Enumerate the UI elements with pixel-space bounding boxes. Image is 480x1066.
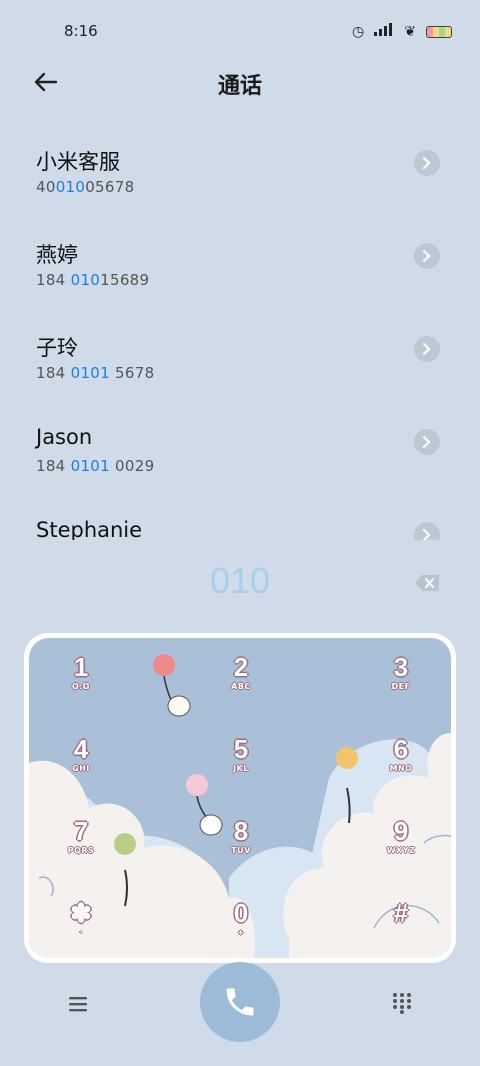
key-7[interactable]: 7 PQRS [51, 818, 111, 878]
key-8[interactable]: 8 TUV [211, 818, 271, 878]
dialpad-icon [393, 993, 411, 1014]
contact-item[interactable]: 子玲 184 0101 5678 [36, 316, 446, 386]
contact-item[interactable]: 小米客服 4001005678 [36, 130, 446, 200]
header: 通话 [0, 60, 480, 106]
status-time: 8:16 [64, 22, 98, 40]
leaf-icon: ❦ [404, 23, 416, 40]
contact-number: 184 0101 0029 [36, 457, 155, 475]
key-hash[interactable]: # [371, 900, 431, 958]
chevron-right-icon [422, 436, 431, 448]
contact-list: 小米客服 4001005678 燕婷 184 01015689 子玲 184 0… [0, 130, 480, 540]
phone-icon [226, 988, 254, 1016]
key-5[interactable]: 5 JKL [211, 736, 271, 796]
contact-name: 燕婷 [36, 243, 78, 267]
contact-number: 4001005678 [36, 178, 135, 196]
key-9[interactable]: 9 WXYZ [371, 818, 431, 878]
contact-item[interactable]: Jason 184 0101 0029 [36, 409, 446, 479]
menu-icon [69, 997, 87, 1012]
signal-icon [374, 22, 394, 41]
dialed-number: 010 [209, 560, 271, 601]
contact-name: Stephanie [36, 518, 143, 540]
keypad: 1 O.O 2 ABC 3 DEF 4 GHI 5 JKL 6 MNO 7 PQRS 8 TUV… [24, 633, 456, 963]
key-4[interactable]: 4 GHI [51, 736, 111, 796]
backspace-button[interactable] [414, 574, 440, 592]
key-star[interactable]: ✽ · [51, 900, 111, 958]
chevron-right-icon [422, 250, 431, 262]
key-2[interactable]: 2 ABC [211, 654, 271, 714]
key-3[interactable]: 3 DEF [371, 654, 431, 714]
menu-button[interactable] [66, 994, 90, 1014]
chevron-right-icon [422, 157, 431, 169]
status-icons: ◷ ❦ [352, 22, 452, 41]
contact-name: 小米客服 [36, 150, 120, 174]
chevron-right-icon [422, 343, 431, 355]
key-0[interactable]: 0 + [211, 900, 271, 958]
call-button[interactable] [200, 962, 280, 1042]
contact-detail-button[interactable] [414, 522, 440, 540]
status-bar: 8:16 ◷ ❦ [0, 0, 480, 60]
contact-detail-button[interactable] [414, 336, 440, 362]
key-1[interactable]: 1 O.O [51, 654, 111, 714]
dialpad-toggle-button[interactable] [392, 992, 412, 1014]
key-6[interactable]: 6 MNO [371, 736, 431, 796]
contact-number: 184 01015689 [36, 271, 150, 289]
page-title: 通话 [217, 74, 262, 99]
contact-detail-button[interactable] [414, 150, 440, 176]
keypad-background: 1 O.O 2 ABC 3 DEF 4 GHI 5 JKL 6 MNO 7 PQRS 8 TUV… [29, 638, 451, 958]
contact-number: 184 0101 5678 [36, 364, 155, 382]
contact-detail-button[interactable] [414, 429, 440, 455]
backspace-icon [415, 575, 439, 591]
contact-name: Jason [36, 425, 93, 449]
contact-item[interactable]: Stephanie [36, 502, 446, 540]
contact-detail-button[interactable] [414, 243, 440, 269]
chevron-right-icon [422, 529, 431, 540]
battery-icon [426, 25, 452, 38]
alarm-icon: ◷ [352, 23, 365, 40]
contact-item[interactable]: 燕婷 184 01015689 [36, 223, 446, 293]
contact-name: 子玲 [36, 336, 78, 360]
bottom-bar [0, 960, 480, 1060]
